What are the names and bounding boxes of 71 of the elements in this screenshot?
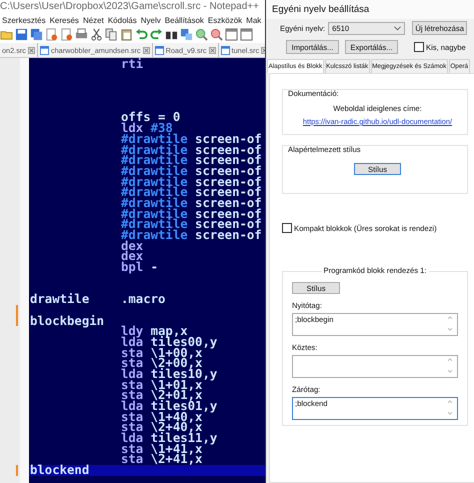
printer-icon[interactable] <box>75 28 88 41</box>
code-line: lda tiles11,y <box>121 433 218 444</box>
dialog-title: Egyéni nyelv beállítása <box>266 0 474 19</box>
floppy-icon[interactable] <box>15 28 28 41</box>
code-line: sta \1+01,x <box>121 380 202 390</box>
code-line: sta \1+00,x <box>121 348 202 358</box>
code-label: blockbegin <box>30 314 104 328</box>
file-icon <box>154 46 164 54</box>
zoom-out-icon[interactable] <box>210 28 223 41</box>
code-line: bpl - <box>121 262 158 273</box>
floppies-icon[interactable] <box>30 28 43 41</box>
code-line: #drawtile screen-of <box>121 219 262 230</box>
menu-item[interactable]: Eszközök <box>208 16 242 24</box>
code-line: sta \2+40,x <box>121 422 202 434</box>
code-line: #drawtile screen-of <box>121 166 262 177</box>
file-icon <box>40 46 49 54</box>
scrollbar-arrows-icon <box>447 398 453 417</box>
code-label: drawtile <box>30 292 90 306</box>
document-icon[interactable] <box>60 28 73 41</box>
code-line: lda tiles00,y <box>121 336 218 348</box>
code-line: #drawtile screen-of <box>121 134 262 144</box>
menu-item[interactable]: Szerkesztés <box>2 16 46 24</box>
code-line: #drawtile screen-of <box>121 155 262 166</box>
code-line: sta \2+41,x <box>121 454 202 466</box>
menu-item[interactable]: Nézet <box>82 16 104 24</box>
code-line: #drawtile screen-of <box>121 198 262 209</box>
code-line: #drawtile screen-of <box>121 144 262 156</box>
window-icon[interactable] <box>225 28 238 41</box>
undo-icon[interactable] <box>135 28 148 41</box>
window-title: C:\Users\User\Dropbox\2023\Game\scroll.src - Notepad++ <box>0 0 260 13</box>
window-icon[interactable] <box>240 28 253 41</box>
code-line: rti <box>121 59 144 70</box>
close-icon[interactable] <box>208 46 216 54</box>
scissors-icon[interactable] <box>90 28 103 41</box>
code-line: sta \1+41,x <box>121 444 202 454</box>
code-line: offs = 0 <box>121 112 180 124</box>
code-line: #drawtile screen-of <box>121 187 262 198</box>
zoom-in-icon[interactable] <box>195 28 208 41</box>
chevron-down-icon <box>394 26 402 30</box>
checkbox[interactable] <box>414 42 424 52</box>
scrollbar-arrows-icon <box>447 356 453 375</box>
copy-icon[interactable] <box>105 28 118 41</box>
code-line: lda tiles10,y <box>121 368 218 380</box>
code-line: .macro <box>121 294 166 305</box>
menu-item[interactable]: Nyelv <box>140 16 161 24</box>
code-line: lda tiles01,y <box>121 401 218 412</box>
code-line: dex <box>121 240 144 252</box>
paste-icon[interactable] <box>120 28 133 41</box>
menu-item[interactable]: Mak <box>246 16 262 24</box>
change-marker <box>16 465 18 476</box>
code-label: blockend <box>30 463 90 478</box>
code-line: sta \1+40,x <box>121 412 202 422</box>
code-line: ldy map,x <box>121 326 188 337</box>
code-line: #drawtile screen-of <box>121 230 262 241</box>
menu-item[interactable]: Keresés <box>50 16 79 24</box>
code-line: #drawtile screen-of <box>121 176 262 188</box>
checkbox[interactable] <box>282 223 292 233</box>
replace-icon[interactable] <box>180 28 193 41</box>
code-line: ldx #38 <box>121 123 173 134</box>
menu-item[interactable]: Kódolás <box>108 16 137 24</box>
close-icon[interactable] <box>142 46 150 54</box>
text-area[interactable] <box>292 355 458 378</box>
code-line: sta \2+00,x <box>121 358 202 369</box>
code-line: dex <box>121 251 144 262</box>
code-line: sta \2+01,x <box>121 390 202 401</box>
menu-item[interactable]: Beállítások <box>164 16 204 24</box>
scrollbar-arrows-icon <box>447 314 453 333</box>
close-icon[interactable] <box>28 46 35 54</box>
file-icon <box>220 46 230 54</box>
code-line: #drawtile screen-of <box>121 208 262 220</box>
document-icon[interactable] <box>45 28 58 41</box>
